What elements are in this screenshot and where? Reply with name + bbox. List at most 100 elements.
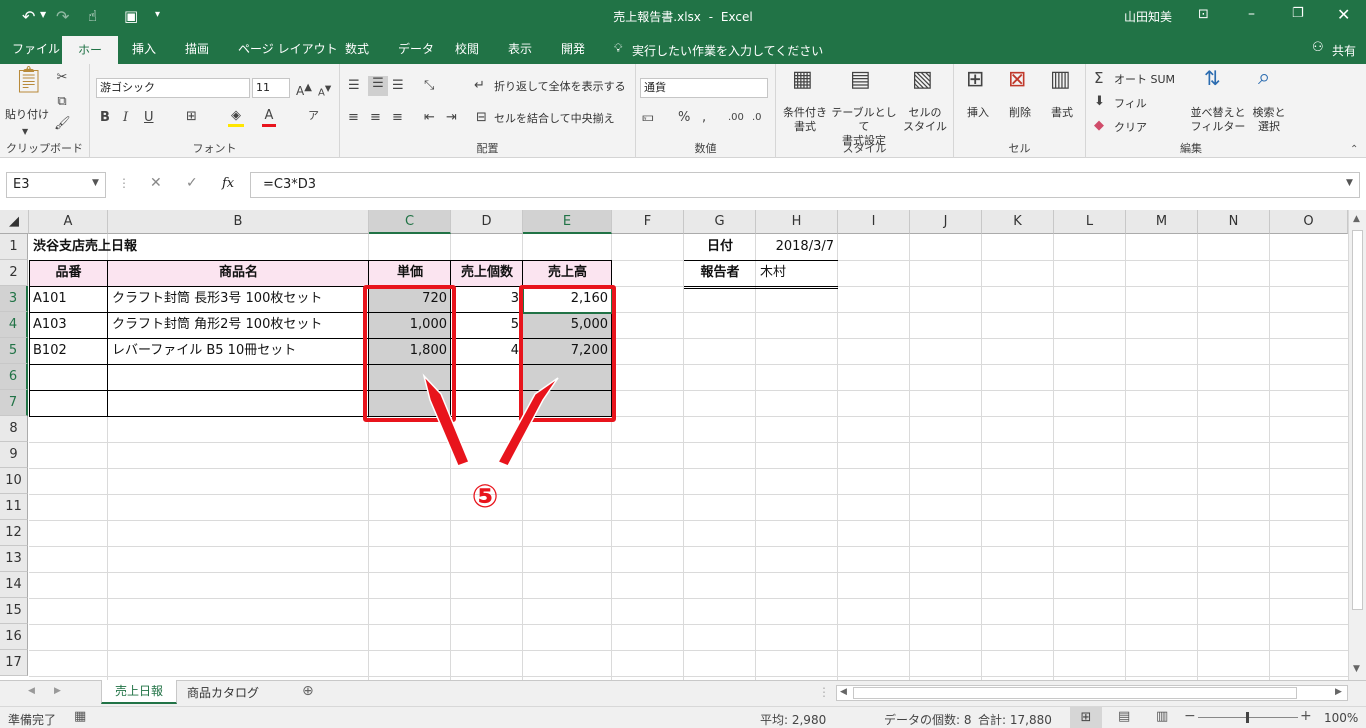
decrease-indent-icon[interactable]: ⇤ [424, 110, 435, 126]
tab-home[interactable]: ホーム [62, 36, 118, 85]
comma-icon[interactable]: , [702, 110, 706, 126]
clear-icon[interactable]: ◆ [1094, 118, 1104, 134]
wrap-text-button[interactable]: 折り返して全体を表示する [494, 80, 626, 94]
next-sheet-icon[interactable]: ▶ [54, 686, 61, 696]
prev-sheet-icon[interactable]: ◀ [28, 686, 35, 696]
font-size-box[interactable]: 11 [252, 78, 290, 98]
status-sum[interactable]: 合計: 17,880 [978, 711, 1052, 728]
increase-decimal-icon[interactable]: .00 [728, 110, 744, 126]
grow-font-icon[interactable]: A▲ [296, 80, 312, 99]
insert-cells-button[interactable]: 挿入 [960, 106, 996, 120]
scroll-up-icon[interactable]: ▲ [1353, 214, 1360, 224]
border-icon[interactable]: ⊞ [186, 109, 197, 125]
formula-input[interactable]: =C3*D3 [250, 172, 1360, 198]
autosum-button[interactable]: オート SUM [1114, 73, 1175, 87]
currency-icon[interactable]: 💴︎ [642, 110, 654, 126]
orientation-icon[interactable]: ⤡ [424, 78, 434, 94]
tab-insert[interactable]: 挿入 [120, 34, 168, 64]
sort-filter-icon[interactable]: ⇅ [1204, 68, 1221, 88]
macro-record-icon[interactable]: ▦ [74, 709, 86, 724]
format-cells-icon[interactable]: ▥ [1050, 69, 1071, 91]
underline-icon[interactable]: U [144, 110, 154, 126]
tab-data[interactable]: データ [386, 34, 446, 64]
align-middle-icon[interactable]: ☰ [368, 76, 388, 96]
clear-button[interactable]: クリア [1114, 121, 1147, 135]
paste-icon[interactable]: 📋︎ [12, 67, 45, 106]
status-count[interactable]: データの個数: 8 [884, 711, 972, 728]
status-average[interactable]: 平均: 2,980 [760, 711, 826, 728]
scroll-right-icon[interactable]: ▶ [1335, 687, 1342, 697]
percent-icon[interactable]: % [678, 110, 690, 126]
tab-view[interactable]: 表示 [496, 34, 544, 64]
tell-me-box[interactable]: 実行したい作業を入力してください [632, 42, 823, 59]
horizontal-scrollbar[interactable]: ◀ ▶ [836, 685, 1348, 701]
zoom-level[interactable]: 100% [1324, 711, 1358, 725]
restore-icon[interactable]: ❐ [1292, 6, 1304, 21]
autosum-icon[interactable]: Σ [1094, 70, 1103, 86]
align-right-icon[interactable]: ≡ [392, 110, 403, 126]
name-box[interactable]: E3 [6, 172, 106, 198]
wrap-text-icon[interactable]: ↵ [474, 78, 485, 94]
copy-icon[interactable]: ⧉ [54, 94, 70, 110]
user-name[interactable]: 山田知美 [1124, 8, 1172, 25]
font-name-box[interactable]: 游ゴシック [96, 78, 250, 98]
format-painter-icon[interactable]: 🖌︎ [54, 116, 71, 132]
conditional-format-icon[interactable]: ▦ [792, 69, 813, 91]
sheet-tab-sales-daily[interactable]: 売上日報 [101, 680, 177, 704]
expand-formula-bar-icon[interactable]: ▼ [1346, 178, 1353, 188]
conditional-format-button[interactable]: 条件付き 書式 [778, 106, 832, 134]
ribbon-display-icon[interactable]: ⊡ [1198, 7, 1209, 22]
font-color-icon[interactable]: A [262, 108, 276, 127]
insert-cells-icon[interactable]: ⊞ [966, 69, 984, 91]
horizontal-scroll-thumb[interactable] [853, 687, 1297, 699]
align-top-icon[interactable]: ☰ [348, 78, 360, 94]
paste-button[interactable]: 貼り付け [4, 108, 50, 122]
sheet-tab-product-catalog[interactable]: 商品カタログ [180, 683, 266, 705]
align-center-icon[interactable]: ≡ [370, 110, 381, 126]
worksheet-grid[interactable]: ◢ A B C D E F G H I J K L M N O 1 2 3 4 … [0, 210, 1348, 680]
zoom-slider[interactable] [1198, 712, 1298, 723]
normal-view-icon[interactable]: ⊞ [1070, 707, 1102, 728]
cell-styles-icon[interactable]: ▧ [912, 69, 933, 91]
add-sheet-icon[interactable]: ⊕ [302, 683, 314, 699]
zoom-in-icon[interactable]: + [1300, 708, 1312, 724]
fill-button[interactable]: フィル [1114, 97, 1147, 111]
zoom-slider-thumb[interactable] [1246, 712, 1249, 723]
number-format-box[interactable]: 通貨 [640, 78, 768, 98]
merge-center-button[interactable]: セルを結合して中央揃え [494, 112, 615, 126]
close-icon[interactable]: ✕ [1337, 5, 1350, 24]
tab-developer[interactable]: 開発 [549, 34, 597, 64]
tab-page-layout[interactable]: ページ レイアウト [226, 34, 350, 64]
enter-icon[interactable]: ✓ [186, 175, 198, 191]
merge-center-icon[interactable]: ⊟ [476, 110, 487, 126]
fill-icon[interactable]: ⬇ [1094, 94, 1105, 110]
format-cells-button[interactable]: 書式 [1044, 106, 1080, 120]
vertical-scroll-thumb[interactable] [1352, 230, 1363, 610]
insert-function-icon[interactable]: fx [222, 176, 234, 191]
align-bottom-icon[interactable]: ☰ [392, 78, 404, 94]
find-select-button[interactable]: 検索と 選択 [1248, 106, 1290, 134]
fill-color-icon[interactable]: ◈ [228, 108, 244, 127]
shrink-font-icon[interactable]: A▼ [318, 80, 331, 101]
bold-icon[interactable]: B [100, 110, 110, 126]
phonetic-icon[interactable]: ア [308, 108, 319, 124]
tab-split-handle[interactable]: ⋮ [818, 685, 830, 699]
tab-formulas[interactable]: 数式 [333, 34, 381, 64]
tab-draw[interactable]: 描画 [173, 34, 221, 64]
italic-icon[interactable]: I [123, 110, 128, 126]
format-as-table-icon[interactable]: ▤ [850, 69, 871, 91]
delete-cells-button[interactable]: 削除 [1002, 106, 1038, 120]
align-left-icon[interactable]: ≡ [348, 110, 359, 126]
increase-indent-icon[interactable]: ⇥ [446, 110, 457, 126]
cell-styles-button[interactable]: セルの スタイル [898, 106, 952, 134]
cancel-icon[interactable]: ✕ [150, 175, 162, 191]
sort-filter-button[interactable]: 並べ替えと フィルター [1190, 106, 1246, 134]
tab-review[interactable]: 校閲 [443, 34, 491, 64]
share-button[interactable]: 共有 [1332, 42, 1356, 59]
name-box-dropdown-icon[interactable]: ▼ [92, 178, 99, 188]
delete-cells-icon[interactable]: ⊠ [1008, 69, 1026, 91]
paste-dropdown-icon[interactable]: ▼ [22, 124, 28, 140]
scroll-left-icon[interactable]: ◀ [840, 687, 847, 697]
zoom-out-icon[interactable]: − [1184, 708, 1196, 724]
vertical-scrollbar[interactable]: ▲ ▼ [1348, 210, 1366, 680]
